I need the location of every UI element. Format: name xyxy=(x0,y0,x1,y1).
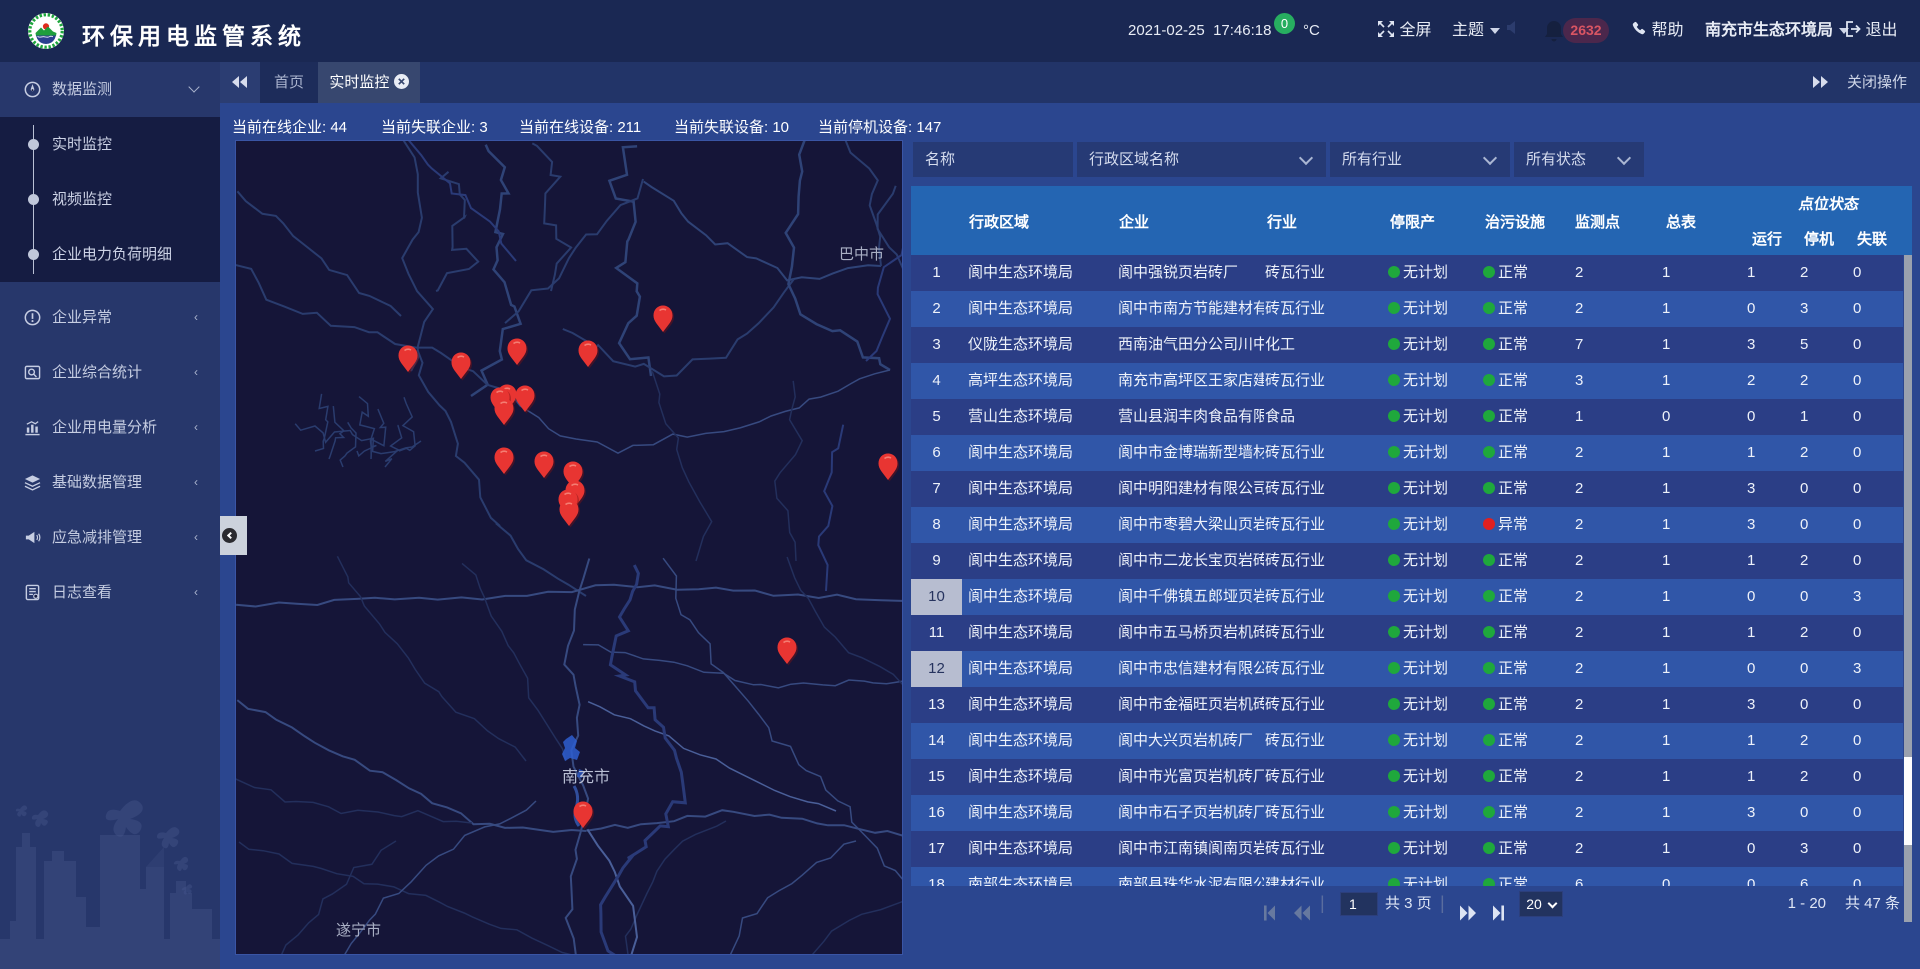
svg-text:南充市: 南充市 xyxy=(562,768,610,786)
svg-text:巴中市: 巴中市 xyxy=(839,246,884,263)
svg-text:遂宁市: 遂宁市 xyxy=(336,922,381,939)
